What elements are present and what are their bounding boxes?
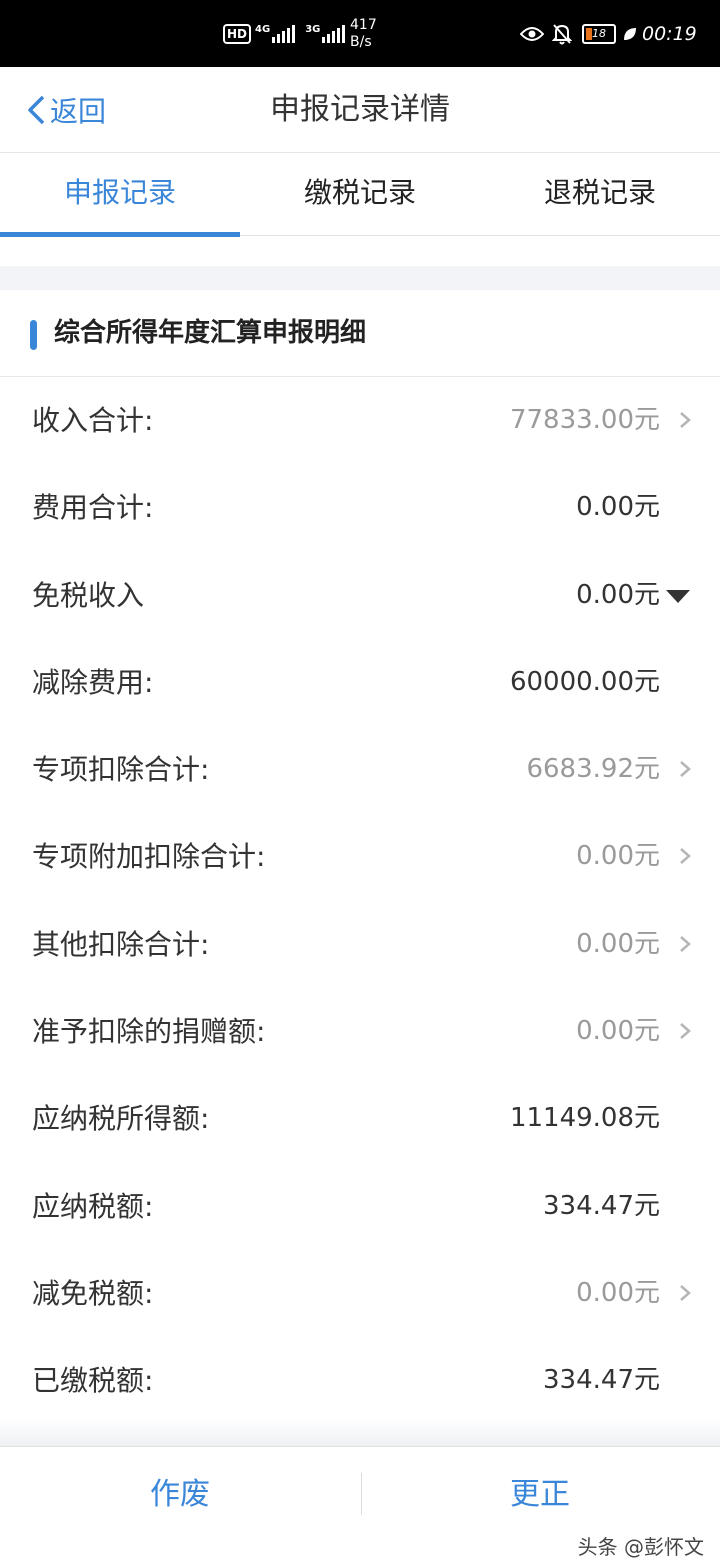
chevron-right-icon [680,848,691,865]
row-label: 其他扣除合计: [32,927,210,961]
nav-bar: 返回 申报记录详情 [0,67,720,153]
row-value: 77833.00元 [509,405,660,435]
row-tax-exempt-income[interactable]: 免税收入 0.00元 [0,552,720,639]
row-value: 11149.08元 [509,1103,660,1134]
row-deducted-expenses: 减除费用: 60000.00元 [0,639,720,726]
network-indicators: HD 4G 3G [223,0,346,67]
battery-level: 18 [592,27,606,40]
chevron-right-icon [680,761,691,778]
row-other-deductions[interactable]: 其他扣除合计: 0.00元 [0,901,720,988]
row-value: 6683.92元 [526,754,660,785]
network-type-1: 4G [255,23,271,35]
signal-1-icon: 4G [255,23,296,43]
row-special-deductions[interactable]: 专项扣除合计: 6683.92元 [0,726,720,813]
row-tax-reduction[interactable]: 减免税额: 0.00元 [0,1250,720,1337]
row-donation-deductions[interactable]: 准予扣除的捐赠额: 0.00元 [0,988,720,1075]
row-total-income[interactable]: 收入合计: 77833.00元 [0,377,720,464]
speed-value: 417 [350,16,377,33]
tab-payment-records[interactable]: 缴税记录 [240,153,480,235]
row-label: 费用合计: [32,491,154,525]
row-value: 0.00元 [576,1277,660,1308]
network-type-2: 3G [305,23,321,35]
row-label: 准予扣除的捐赠额: [32,1015,266,1049]
row-label: 应纳税额: [32,1189,154,1223]
section-header: 综合所得年度汇算申报明细 [0,290,720,377]
row-tax-payable: 应纳税额: 334.47元 [0,1163,720,1250]
signal-2-icon: 3G [305,23,346,43]
row-value: 0.00元 [576,841,660,872]
row-value: 0.00元 [576,928,660,959]
page-title: 申报记录详情 [270,92,450,127]
chevron-left-icon [28,95,45,124]
row-value: 334.47元 [543,1190,660,1221]
row-taxable-income: 应纳税所得额: 11149.08元 [0,1075,720,1162]
watermark: 头条 @彭怀文 [577,1535,704,1559]
row-total-expenses: 费用合计: 0.00元 [0,464,720,551]
row-label: 应纳税所得额: [32,1102,210,1136]
back-button[interactable]: 返回 [26,67,106,152]
correct-button[interactable]: 更正 [360,1447,720,1542]
battery-icon: 18 [582,0,616,67]
row-tax-paid: 已缴税额: 334.47元 [0,1337,720,1424]
row-value: 334.47元 [543,1365,660,1396]
row-label: 减免税额: [32,1276,154,1310]
bell-muted-icon [552,0,572,67]
chevron-right-icon [680,1023,691,1040]
back-label: 返回 [50,94,107,128]
row-label: 已缴税额: [32,1364,154,1398]
row-value: 0.00元 [576,579,660,610]
status-bar: HD 4G 3G 417 B/s 18 00:19 [0,0,720,67]
chevron-right-icon [680,935,691,952]
row-value: 60000.00元 [509,666,660,697]
section-title: 综合所得年度汇算申报明细 [54,318,367,348]
row-label: 免税收入 [32,578,145,612]
network-speed: 417 B/s [350,0,380,67]
row-value: 0.00元 [576,492,660,523]
eye-icon [520,0,544,67]
leaf-icon [622,0,638,67]
caret-down-icon [666,589,690,603]
row-label: 收入合计: [32,404,154,437]
chevron-right-icon [680,412,691,428]
row-label: 专项扣除合计: [32,753,210,787]
speed-unit: B/s [350,33,372,50]
detail-list: 收入合计: 77833.00元 费用合计: 0.00元 免税收入 0.00元 减… [0,377,720,1425]
row-label: 专项附加扣除合计: [32,840,266,874]
hd-badge: HD [223,23,252,44]
tab-bar: 申报记录 缴税记录 退税记录 [0,153,720,237]
bottom-shadow [0,1420,720,1446]
section-accent-bar [30,320,37,350]
row-value: 0.00元 [576,1016,660,1047]
void-button[interactable]: 作废 [0,1447,360,1542]
clock: 00:19 [642,22,697,45]
row-label: 减除费用: [32,665,154,699]
row-additional-special-deductions[interactable]: 专项附加扣除合计: 0.00元 [0,813,720,900]
tab-refund-records[interactable]: 退税记录 [480,153,720,235]
section-gap [0,266,720,290]
chevron-right-icon [680,1285,691,1301]
tab-declaration-records[interactable]: 申报记录 [0,153,240,237]
